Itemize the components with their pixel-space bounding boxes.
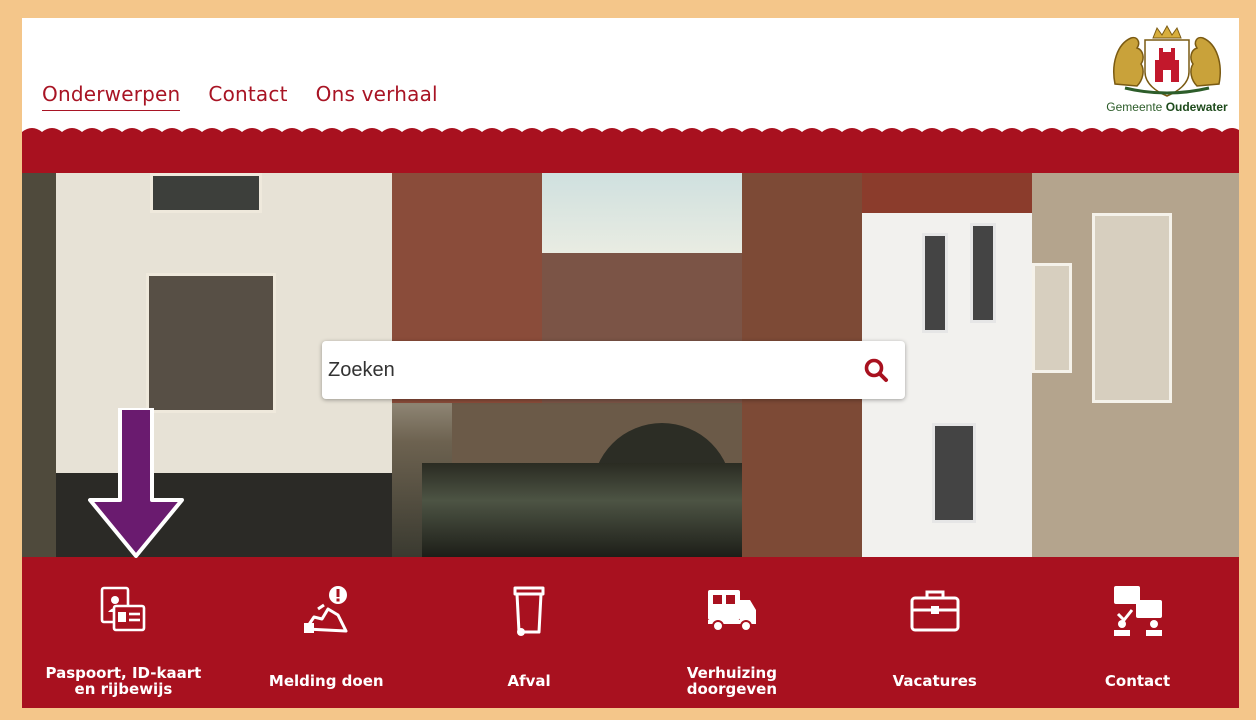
logo-prefix: Gemeente xyxy=(1106,100,1163,114)
hero-window xyxy=(1092,213,1172,403)
annotation-arrow-icon xyxy=(88,408,184,558)
hero-roof xyxy=(862,173,1032,213)
municipality-logo[interactable]: Gemeente Oudewater xyxy=(1105,24,1229,122)
tile-label: Vacatures xyxy=(892,672,977,690)
main-navigation: Onderwerpen Contact Ons verhaal xyxy=(42,82,438,111)
tile-afval[interactable]: Afval xyxy=(428,557,631,708)
page-frame: Onderwerpen Contact Ons verhaal Gemeente… xyxy=(22,18,1239,708)
hero-image xyxy=(22,173,1239,557)
tile-label: Afval xyxy=(507,672,551,690)
nav-contact[interactable]: Contact xyxy=(208,82,287,111)
hero-sky xyxy=(542,173,772,253)
logo-name: Oudewater xyxy=(1165,100,1228,114)
search-input[interactable] xyxy=(328,358,863,382)
hero-window xyxy=(932,423,976,523)
tile-label: Contact xyxy=(1104,672,1171,690)
coat-of-arms-icon xyxy=(1113,24,1221,97)
quick-links: Paspoort, ID-kaart en rijbewijs Melding … xyxy=(22,557,1239,708)
nav-ons-verhaal[interactable]: Ons verhaal xyxy=(316,82,438,111)
tile-melding-doen[interactable]: Melding doen xyxy=(225,557,428,708)
nav-onderwerpen[interactable]: Onderwerpen xyxy=(42,82,181,111)
tile-label: Paspoort, ID-kaart en rijbewijs xyxy=(45,664,202,698)
tile-vacatures[interactable]: Vacatures xyxy=(833,557,1036,708)
hero-window xyxy=(150,173,262,213)
hero-window xyxy=(1032,263,1072,373)
tile-contact[interactable]: Contact xyxy=(1036,557,1239,708)
hero-window xyxy=(970,223,996,323)
tile-paspoort[interactable]: Paspoort, ID-kaart en rijbewijs xyxy=(22,557,225,708)
search-icon[interactable] xyxy=(863,357,889,383)
hero-window xyxy=(146,273,276,413)
waste-bin-icon xyxy=(513,586,545,636)
hero-window xyxy=(922,233,948,333)
id-card-icon xyxy=(101,586,146,632)
logo-wordmark: Gemeente Oudewater xyxy=(1105,100,1229,114)
briefcase-icon xyxy=(910,590,960,632)
moving-truck-icon xyxy=(707,590,756,632)
tile-label: Verhuizing doorgeven xyxy=(686,664,778,698)
tile-label: Melding doen xyxy=(268,672,384,690)
hero-tree xyxy=(22,173,56,557)
header-red-band xyxy=(22,136,1239,173)
site-header: Onderwerpen Contact Ons verhaal Gemeente… xyxy=(22,18,1239,130)
report-icon xyxy=(304,586,348,633)
search-bar xyxy=(322,341,905,399)
tile-verhuizing[interactable]: Verhuizing doorgeven xyxy=(630,557,833,708)
chat-people-icon xyxy=(1113,586,1162,636)
